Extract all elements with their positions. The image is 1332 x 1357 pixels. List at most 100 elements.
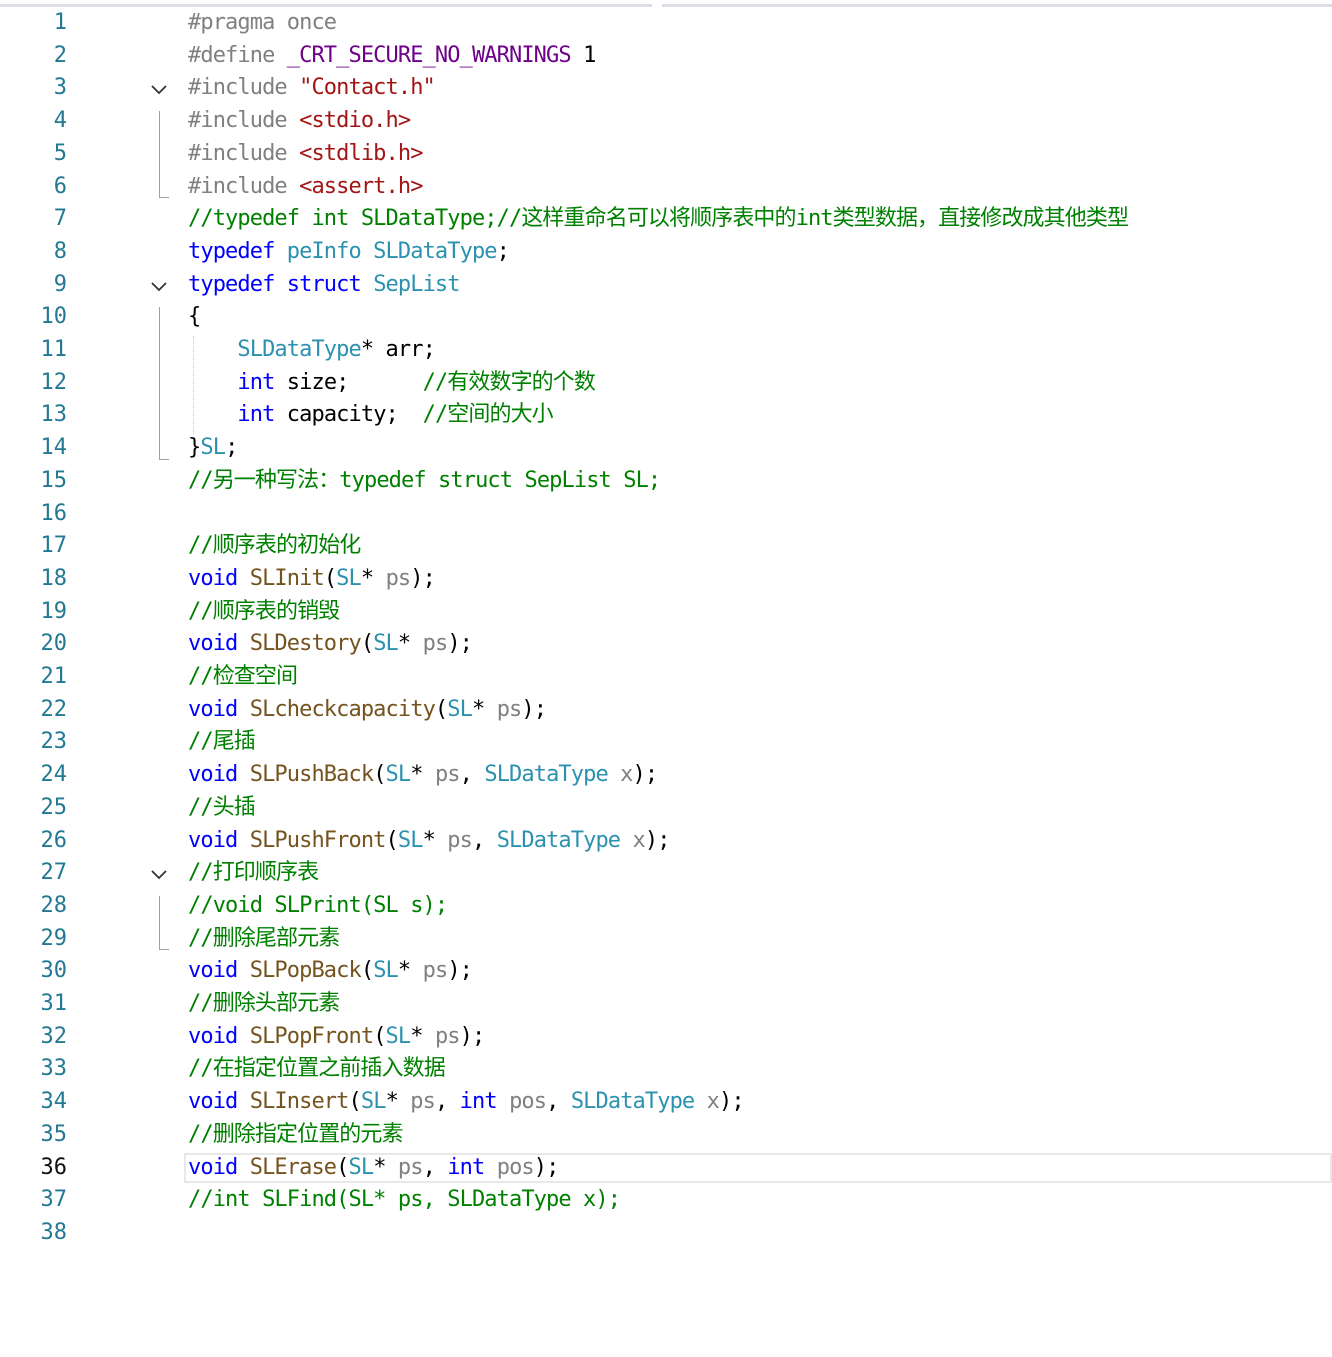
code-line[interactable]: 37 //int SLFind(SL* ps, SLDataType x); bbox=[0, 1184, 1332, 1217]
code-line[interactable]: 7 //typedef int SLDataType;//这样重命名可以将顺序表中… bbox=[0, 203, 1332, 236]
code-token: <stdlib.h> bbox=[299, 140, 423, 166]
code-token: * bbox=[385, 1089, 411, 1115]
code-token: x bbox=[632, 827, 646, 853]
code-line[interactable]: 2 #define _CRT_SECURE_NO_WARNINGS 1 bbox=[0, 40, 1332, 73]
code-line[interactable]: 19 //顺序表的销毁 bbox=[0, 596, 1332, 629]
fold-chevron-down-icon[interactable] bbox=[150, 865, 168, 883]
line-number: 33 bbox=[40, 1056, 68, 1082]
code-line[interactable]: 33 //在指定位置之前插入数据 bbox=[0, 1053, 1332, 1086]
fold-chevron-down-icon[interactable] bbox=[150, 277, 168, 295]
code-line[interactable]: 38 bbox=[0, 1217, 1332, 1250]
code-token: ; bbox=[225, 435, 238, 461]
code-line[interactable]: 21 //检查空间 bbox=[0, 661, 1332, 694]
code-line[interactable]: 11 SLDataType* arr; bbox=[0, 334, 1332, 367]
code-text: #include <assert.h> bbox=[188, 171, 423, 204]
code-text: //顺序表的销毁 bbox=[188, 596, 340, 629]
code-line[interactable]: 32 void SLPopFront(SL* ps); bbox=[0, 1021, 1332, 1054]
code-token: x bbox=[706, 1089, 720, 1115]
code-line[interactable]: 15 //另一种写法：typedef struct SepList SL; bbox=[0, 465, 1332, 498]
fold-region-guide bbox=[159, 895, 160, 950]
code-line[interactable]: 24 void SLPushBack(SL* ps, SLDataType x); bbox=[0, 759, 1332, 792]
code-token: ); bbox=[459, 1023, 486, 1049]
code-line[interactable]: 12 int size; //有效数字的个数 bbox=[0, 367, 1332, 400]
code-line[interactable]: 20 void SLDestory(SL* ps); bbox=[0, 628, 1332, 661]
code-token: int bbox=[237, 402, 275, 428]
code-token: #pragma once bbox=[188, 10, 337, 35]
code-line[interactable]: 29 //删除尾部元素 bbox=[0, 923, 1332, 956]
code-token: //typedef int SLDataType;//这样重命名可以将顺序表中的… bbox=[188, 206, 1129, 232]
code-line[interactable]: 13 int capacity; //空间的大小 bbox=[0, 399, 1332, 432]
code-token: int bbox=[237, 369, 275, 395]
code-line[interactable]: 31 //删除头部元素 bbox=[0, 988, 1332, 1021]
code-line[interactable]: 6 #include <assert.h> bbox=[0, 171, 1332, 204]
line-number: 17 bbox=[40, 533, 68, 559]
code-text: void SLInit(SL* ps); bbox=[188, 563, 436, 596]
code-token: #include bbox=[188, 173, 300, 199]
code-line[interactable]: 1 #pragma once bbox=[0, 7, 1332, 40]
line-number: 21 bbox=[40, 664, 68, 689]
code-text: #include "Contact.h" bbox=[188, 72, 436, 105]
code-token: ps bbox=[397, 1154, 424, 1180]
code-text: #define _CRT_SECURE_NO_WARNINGS 1 bbox=[188, 40, 596, 73]
code-line[interactable]: 25 //头插 bbox=[0, 792, 1332, 825]
code-line[interactable]: 22 void SLcheckcapacity(SL* ps); bbox=[0, 694, 1332, 727]
line-number: 34 bbox=[40, 1089, 68, 1115]
code-token: void bbox=[188, 631, 250, 657]
fold-chevron-down-icon[interactable] bbox=[150, 80, 168, 98]
code-token: ps bbox=[422, 631, 449, 657]
line-number: 22 bbox=[40, 696, 68, 722]
code-line[interactable]: 26 void SLPushFront(SL* ps, SLDataType x)… bbox=[0, 825, 1332, 858]
line-number: 26 bbox=[40, 827, 68, 853]
code-token: ( bbox=[373, 1023, 386, 1049]
code-token: * bbox=[397, 958, 423, 984]
code-line[interactable]: 17 //顺序表的初始化 bbox=[0, 530, 1332, 563]
code-token: void bbox=[188, 696, 250, 722]
code-line[interactable]: 14}SL; bbox=[0, 432, 1332, 465]
code-line[interactable]: 18 void SLInit(SL* ps); bbox=[0, 563, 1332, 596]
code-token: ps bbox=[434, 762, 461, 788]
code-line[interactable]: 35 //删除指定位置的元素 bbox=[0, 1119, 1332, 1152]
code-token: SLErase bbox=[249, 1154, 337, 1180]
code-line[interactable]: 8 typedef peInfo SLDataType; bbox=[0, 236, 1332, 269]
code-line[interactable]: 34 void SLInsert(SL* ps, int pos, SLDataT… bbox=[0, 1086, 1332, 1119]
code-token: SLPopBack bbox=[249, 958, 362, 984]
line-number: 14 bbox=[40, 435, 68, 461]
code-line[interactable]: 4 #include <stdio.h> bbox=[0, 105, 1332, 138]
code-text: SLDataType* arr; bbox=[188, 334, 435, 367]
code-token: //有效数字的个数 bbox=[422, 369, 596, 395]
code-line[interactable]: 28 //void SLPrint(SL s); bbox=[0, 890, 1332, 923]
code-token: * bbox=[471, 696, 497, 722]
code-token: , bbox=[472, 827, 497, 853]
code-line[interactable]: 36 void SLErase(SL* ps, int pos); bbox=[0, 1152, 1332, 1185]
code-token: SL bbox=[360, 1089, 387, 1115]
code-line[interactable]: 16 bbox=[0, 498, 1332, 531]
line-number: 10 bbox=[40, 304, 68, 330]
code-token: ( bbox=[323, 565, 337, 591]
code-line[interactable]: 10 { bbox=[0, 301, 1332, 334]
code-token: "Contact.h" bbox=[299, 75, 436, 101]
code-token: ); bbox=[447, 958, 473, 984]
code-line[interactable]: 30 void SLPopBack(SL* ps); bbox=[0, 955, 1332, 988]
code-line[interactable]: 3 #include "Contact.h" bbox=[0, 72, 1332, 105]
code-line[interactable]: 9 typedef struct SepList bbox=[0, 269, 1332, 302]
code-token: SL bbox=[336, 565, 362, 591]
code-token: ( bbox=[360, 631, 374, 657]
code-token: int bbox=[447, 1154, 485, 1180]
code-line[interactable]: 5 #include <stdlib.h> bbox=[0, 138, 1332, 171]
code-token: SLPushBack bbox=[249, 762, 374, 788]
line-number: 20 bbox=[40, 631, 68, 657]
code-token: size; bbox=[274, 369, 423, 395]
code-token: SLPopFront bbox=[249, 1023, 374, 1049]
code-line[interactable]: 27 //打印顺序表 bbox=[0, 857, 1332, 890]
code-editor[interactable]: 1 #pragma once 2 #define _CRT_SECURE_NO_WAR… bbox=[0, 7, 1332, 1357]
code-token: ps bbox=[434, 1023, 461, 1049]
fold-region-guide-end bbox=[159, 197, 169, 199]
code-line[interactable]: 23 //尾插 bbox=[0, 726, 1332, 759]
line-number: 7 bbox=[53, 206, 67, 232]
code-token: //头插 bbox=[188, 794, 256, 820]
code-token: //在指定位置之前插入数据 bbox=[188, 1056, 446, 1082]
